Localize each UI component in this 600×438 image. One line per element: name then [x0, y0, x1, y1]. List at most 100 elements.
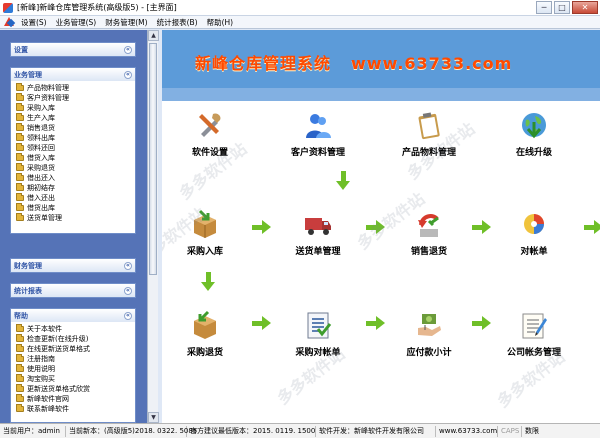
close-button[interactable]: ✕ [572, 1, 598, 14]
collapse-chevron-icon[interactable]: « [124, 70, 132, 79]
sidebar-item-borrow-in[interactable]: 借货入库 [16, 153, 135, 163]
sidebar-item-delivery-order[interactable]: 送货单管理 [16, 213, 135, 223]
menu-reports[interactable]: 统计报表(B) [157, 17, 198, 28]
folder-icon [16, 93, 24, 101]
function-sales-return[interactable]: 销售退货 [384, 209, 474, 257]
flow-arrow-right [584, 220, 600, 235]
clipboard-icon [418, 112, 440, 140]
sidebar-item-format-gallery[interactable]: 更新送货单格式欣赏 [16, 384, 135, 394]
function-label: 软件设置 [191, 148, 228, 158]
sidebar-item-customer[interactable]: 客户资料管理 [16, 93, 135, 103]
expand-chevron-icon[interactable]: « [124, 286, 132, 295]
sidebar-item-material-return[interactable]: 领料还回 [16, 143, 135, 153]
status-bar: 当前用户：admin 当前新本：(高级版5)2018. 0322. 5085 官… [0, 423, 600, 438]
function-purchase-in[interactable]: 采购入库 [162, 209, 250, 257]
sidebar-item-product[interactable]: 产品物料管理 [16, 83, 135, 93]
scroll-up-button[interactable]: ▲ [148, 30, 159, 41]
status-website[interactable]: www.63733.com [436, 425, 498, 437]
folder-icon [16, 374, 24, 382]
sidebar-item-production-in[interactable]: 生产入库 [16, 113, 135, 123]
expand-chevron-icon[interactable]: « [124, 45, 132, 54]
function-statement[interactable]: 对帐单 [489, 209, 579, 257]
function-software-settings[interactable]: 软件设置 [165, 110, 255, 158]
function-purchase-statement[interactable]: 采购对帐单 [273, 310, 363, 358]
folder-icon [16, 103, 24, 111]
users-icon [306, 114, 331, 138]
banner: 新峰仓库管理系统 www.63733.com [162, 30, 600, 101]
folder-icon [16, 324, 24, 332]
expand-chevron-icon[interactable]: « [124, 261, 132, 270]
sidebar-item-purchase-in[interactable]: 采购入库 [16, 103, 135, 113]
sidebar-item-manual[interactable]: 使用说明 [16, 364, 135, 374]
sidebar-item-lend-return[interactable]: 借出还入 [16, 173, 135, 183]
status-user: 当前用户：admin [0, 425, 66, 437]
sidebar-item-register[interactable]: 注册指南 [16, 354, 135, 364]
menu-help[interactable]: 帮助(H) [207, 17, 234, 28]
window-controls: ─ □ ✕ [536, 1, 598, 14]
function-online-upgrade[interactable]: 在线升级 [489, 110, 579, 158]
function-label: 应付款小计 [406, 348, 452, 358]
sidebar-item-contact[interactable]: 联系新峰软件 [16, 404, 135, 414]
flow-arrow-right [252, 220, 271, 235]
sidebar-item-borrow-return[interactable]: 借入还出 [16, 193, 135, 203]
sidebar-item-material-out[interactable]: 领料出库 [16, 133, 135, 143]
menu-settings[interactable]: 设置(S) [21, 17, 47, 28]
function-payable-summary[interactable]: 应付款小计 [384, 310, 474, 358]
sidebar-item-sales-return[interactable]: 销售退货 [16, 123, 135, 133]
ledger-icon [522, 313, 547, 339]
menu-finance[interactable]: 财务管理(M) [105, 17, 147, 28]
money-hand-icon [418, 314, 441, 336]
panel-settings-header[interactable]: 设置 « [11, 43, 135, 56]
function-company-accounts[interactable]: 公司帐务管理 [489, 310, 579, 358]
app-logo-icon [4, 17, 16, 27]
flow-arrow-down [201, 272, 216, 291]
minimize-button[interactable]: ─ [536, 1, 552, 14]
scroll-thumb[interactable] [149, 43, 157, 275]
tools-icon [199, 113, 221, 137]
sidebar-item-purchase-return[interactable]: 采购退货 [16, 163, 135, 173]
app-icon [3, 2, 13, 13]
sidebar-item-opening-balance[interactable]: 期初结存 [16, 183, 135, 193]
function-customer-management[interactable]: 客户资料管理 [273, 110, 363, 158]
sidebar-item-website[interactable]: 新峰软件官网 [16, 394, 135, 404]
title-bar: [新峰]新峰仓库管理系统(高级版5) - [主界面] ─ □ ✕ [0, 0, 600, 16]
main-panel: 新峰仓库管理系统 www.63733.com 软件设置 客户资料管理 产品物料管理… [162, 30, 600, 423]
banner-title: 新峰仓库管理系统 www.63733.com [195, 54, 513, 73]
collapse-chevron-icon[interactable]: « [124, 311, 132, 320]
function-label: 在线升级 [515, 148, 552, 158]
scroll-down-button[interactable]: ▼ [148, 412, 159, 423]
panel-help-header[interactable]: 帮助 « [11, 309, 135, 322]
panel-reports[interactable]: 统计报表 « [10, 283, 136, 298]
folder-icon [16, 143, 24, 151]
sidebar-item-update-format[interactable]: 在线更新送货单格式 [16, 344, 135, 354]
sidebar-scrollbar[interactable]: ▲ ▼ [147, 30, 159, 423]
panel-help: 帮助 « 关于本软件 检查更新(在线升级) 在线更新送货单格式 注册指南 使用说… [10, 308, 136, 423]
panel-reports-header[interactable]: 统计报表 « [11, 284, 135, 297]
folder-icon [16, 163, 24, 171]
folder-icon [16, 133, 24, 141]
folder-icon [16, 113, 24, 121]
function-delivery-order[interactable]: 送货单管理 [273, 209, 363, 257]
function-product-management[interactable]: 产品物料管理 [384, 110, 474, 158]
sidebar-item-lend-out[interactable]: 借货出库 [16, 203, 135, 213]
sidebar-item-about[interactable]: 关于本软件 [16, 324, 135, 334]
function-label: 采购入库 [186, 247, 223, 257]
status-num: 数限 [525, 426, 539, 435]
panel-help-title: 帮助 [14, 311, 28, 320]
menu-business[interactable]: 业务管理(S) [56, 17, 97, 28]
status-caps: CAPS [498, 425, 522, 437]
panel-finance-header[interactable]: 财务管理 « [11, 259, 135, 272]
panel-business-title: 业务管理 [14, 70, 42, 79]
function-label: 送货单管理 [295, 247, 341, 257]
function-label: 对帐单 [520, 247, 548, 257]
sidebar-item-check-update[interactable]: 检查更新(在线升级) [16, 334, 135, 344]
panel-finance[interactable]: 财务管理 « [10, 258, 136, 273]
restore-button[interactable]: □ [554, 1, 570, 14]
sidebar-item-buy[interactable]: 淘宝购买 [16, 374, 135, 384]
box-return-icon [194, 310, 216, 339]
status-developer: 软件开发：新峰软件开发有限公司 [316, 425, 436, 437]
panel-settings[interactable]: 设置 « [10, 42, 136, 57]
folder-icon [16, 334, 24, 342]
panel-business-header[interactable]: 业务管理 « [11, 68, 135, 81]
function-purchase-return[interactable]: 采购退货 [162, 310, 250, 358]
